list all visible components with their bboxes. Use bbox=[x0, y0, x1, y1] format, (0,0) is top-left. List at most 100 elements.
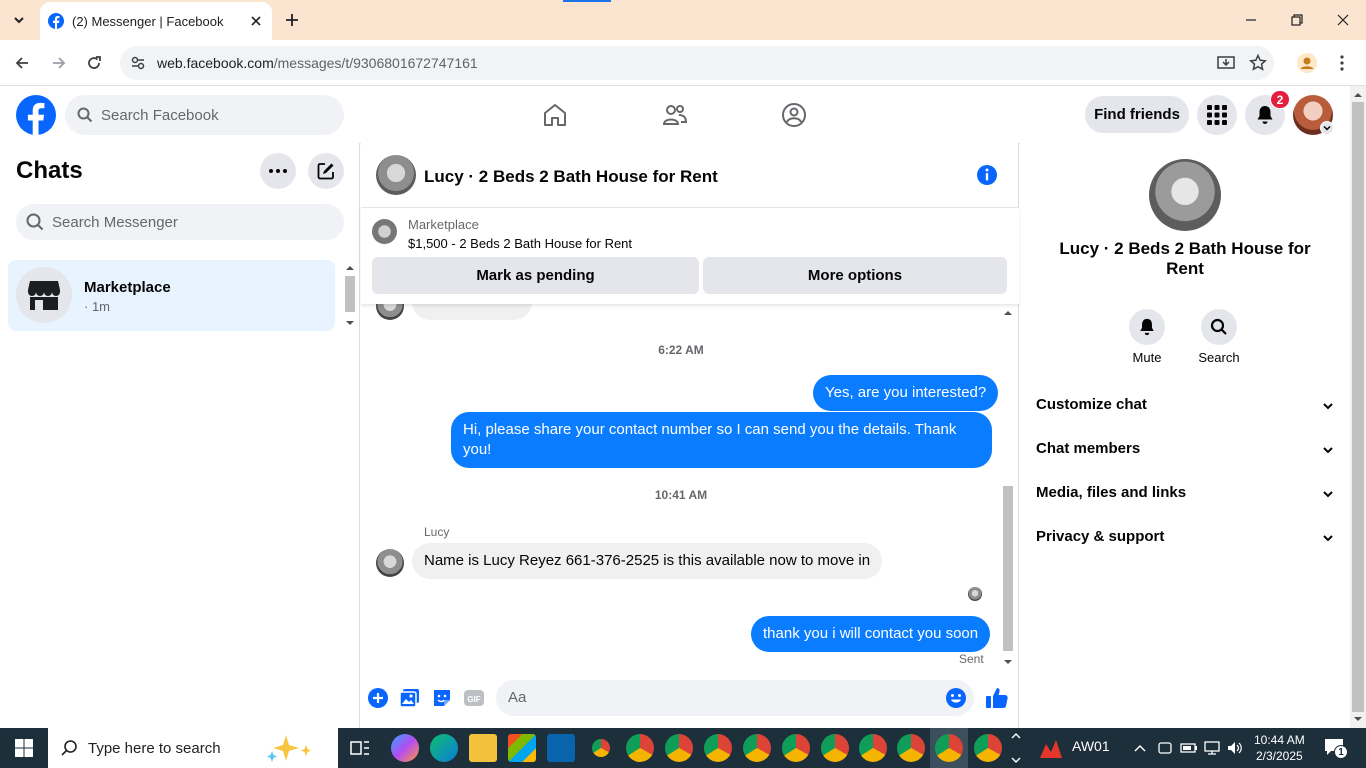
browser-tab[interactable]: (2) Messenger | Facebook bbox=[40, 2, 272, 40]
chrome-profile-icon[interactable] bbox=[704, 734, 732, 762]
chats-options-button[interactable] bbox=[260, 153, 296, 189]
emoji-icon[interactable] bbox=[945, 687, 967, 709]
battery-icon[interactable] bbox=[1180, 740, 1198, 756]
taskbar-search-input[interactable]: Type here to search bbox=[48, 728, 338, 768]
close-icon bbox=[1337, 14, 1349, 26]
forward-button[interactable] bbox=[48, 52, 70, 74]
messenger-search-input[interactable]: Search Messenger bbox=[16, 204, 344, 240]
volume-icon[interactable] bbox=[1226, 740, 1244, 756]
mail-app-icon[interactable] bbox=[547, 734, 575, 762]
outgoing-message[interactable]: Yes, are you interested? bbox=[813, 375, 999, 411]
nav-groups[interactable] bbox=[781, 102, 807, 128]
install-app-button[interactable] bbox=[1215, 52, 1237, 74]
scrollbar-thumb[interactable] bbox=[1003, 486, 1013, 651]
media-files-links-section[interactable]: Media, files and links bbox=[1036, 484, 1334, 508]
new-message-button[interactable] bbox=[308, 153, 344, 189]
taskbar-overflow-icon[interactable] bbox=[1010, 730, 1022, 766]
file-explorer-icon[interactable] bbox=[469, 734, 497, 762]
chrome-profile-icon[interactable] bbox=[821, 734, 849, 762]
network-icon[interactable] bbox=[1203, 740, 1221, 756]
back-button[interactable] bbox=[11, 52, 33, 74]
tab-close-button[interactable] bbox=[246, 11, 266, 31]
privacy-support-section[interactable]: Privacy & support bbox=[1036, 528, 1334, 552]
more-actions-button[interactable] bbox=[367, 687, 389, 709]
chrome-profile-icon[interactable] bbox=[743, 734, 771, 762]
mute-action[interactable]: Mute bbox=[1117, 309, 1177, 365]
attach-media-button[interactable] bbox=[399, 687, 421, 709]
chat-list-scrollbar[interactable] bbox=[343, 260, 357, 331]
message-input-placeholder: Aa bbox=[508, 689, 527, 706]
conversation-title[interactable]: Lucy · 2 Beds 2 Bath House for Rent bbox=[424, 167, 718, 187]
mark-as-pending-button[interactable]: Mark as pending bbox=[372, 257, 699, 294]
arrow-left-icon bbox=[15, 57, 28, 69]
mute-button[interactable] bbox=[1129, 309, 1165, 345]
system-clock[interactable]: 10:44 AM 2/3/2025 bbox=[1254, 732, 1305, 764]
incoming-message[interactable]: Name is Lucy Reyez 661-376-2525 is this … bbox=[412, 543, 883, 579]
outgoing-message[interactable]: thank you i will contact you soon bbox=[751, 616, 991, 652]
edge-app-icon[interactable] bbox=[430, 734, 458, 762]
chrome-profile-icon[interactable] bbox=[782, 734, 810, 762]
site-info-button[interactable] bbox=[128, 53, 148, 73]
chrome-profile-icon[interactable] bbox=[859, 734, 887, 762]
chrome-profile-icon[interactable] bbox=[665, 734, 693, 762]
chevron-up-icon[interactable] bbox=[1133, 742, 1147, 754]
window-restore-button[interactable] bbox=[1287, 10, 1307, 30]
nav-friends[interactable] bbox=[662, 102, 688, 128]
chrome-profile-icon[interactable] bbox=[974, 734, 1002, 762]
new-tab-button[interactable] bbox=[282, 10, 302, 30]
more-options-button[interactable]: More options bbox=[703, 257, 1007, 294]
search-in-conversation-button[interactable] bbox=[1201, 309, 1237, 345]
gif-button[interactable]: GIF bbox=[463, 687, 485, 709]
conversation-avatar[interactable] bbox=[376, 155, 416, 195]
customize-chat-section[interactable]: Customize chat bbox=[1036, 396, 1334, 420]
nav-home[interactable] bbox=[542, 102, 568, 128]
bell-icon bbox=[1140, 318, 1154, 336]
bookmark-button[interactable] bbox=[1247, 52, 1269, 74]
outgoing-message[interactable]: Hi, please share your contact number so … bbox=[451, 412, 992, 468]
message-input[interactable]: Aa bbox=[496, 680, 974, 716]
search-icon bbox=[26, 213, 44, 231]
facebook-logo[interactable] bbox=[16, 95, 56, 135]
scrollbar-thumb[interactable] bbox=[345, 276, 355, 312]
facebook-search-input[interactable]: Search Facebook bbox=[65, 95, 344, 135]
chat-list-item[interactable]: Marketplace · 1m bbox=[8, 260, 335, 331]
notification-center-button[interactable]: 1 bbox=[1324, 738, 1348, 759]
menu-button[interactable] bbox=[1197, 95, 1237, 135]
account-menu-button[interactable] bbox=[1320, 121, 1334, 135]
chrome-profile-icon[interactable] bbox=[626, 734, 654, 762]
chat-details-avatar[interactable] bbox=[1149, 159, 1221, 231]
chrome-active-profile-icon[interactable] bbox=[935, 734, 963, 762]
chrome-profile-icon[interactable] bbox=[897, 734, 925, 762]
send-like-button[interactable] bbox=[985, 686, 1008, 708]
page-scrollbar[interactable] bbox=[1350, 86, 1366, 728]
account-icon bbox=[1297, 53, 1317, 73]
browser-menu-button[interactable] bbox=[1331, 52, 1353, 74]
meet-now-icon[interactable] bbox=[1157, 740, 1173, 756]
widget-label[interactable]: AW01 bbox=[1072, 738, 1110, 754]
window-close-button[interactable] bbox=[1333, 10, 1353, 30]
chat-members-section[interactable]: Chat members bbox=[1036, 440, 1334, 464]
reload-button[interactable] bbox=[83, 52, 105, 74]
facebook-header: Search Facebook Find friends bbox=[0, 86, 1350, 143]
tab-search-button[interactable] bbox=[6, 7, 32, 33]
conversation-info-button[interactable] bbox=[976, 164, 998, 186]
chrome-app-icon[interactable] bbox=[587, 734, 615, 762]
copilot-app-icon[interactable] bbox=[391, 734, 419, 762]
scrollbar-thumb[interactable] bbox=[1352, 102, 1364, 712]
sticker-button[interactable] bbox=[431, 687, 453, 709]
start-button[interactable] bbox=[0, 728, 48, 768]
task-view-icon[interactable] bbox=[350, 738, 370, 758]
profile-button[interactable] bbox=[1296, 52, 1318, 74]
chevron-down-icon bbox=[1323, 403, 1333, 410]
earlier-message-bubble[interactable] bbox=[412, 304, 532, 320]
microsoft-store-icon[interactable] bbox=[508, 734, 536, 762]
search-action[interactable]: Search bbox=[1189, 309, 1249, 365]
listing-thumbnail[interactable] bbox=[372, 219, 397, 244]
find-friends-button[interactable]: Find friends bbox=[1085, 96, 1189, 133]
message-list-scrollbar[interactable] bbox=[1001, 306, 1015, 669]
stock-chart-icon bbox=[1040, 740, 1062, 758]
address-bar[interactable]: web.facebook.com/messages/t/930680167274… bbox=[120, 46, 1274, 80]
listing-title[interactable]: $1,500 - 2 Beds 2 Bath House for Rent bbox=[408, 236, 632, 251]
window-minimize-button[interactable] bbox=[1241, 10, 1261, 30]
chats-title: Chats bbox=[16, 157, 83, 184]
